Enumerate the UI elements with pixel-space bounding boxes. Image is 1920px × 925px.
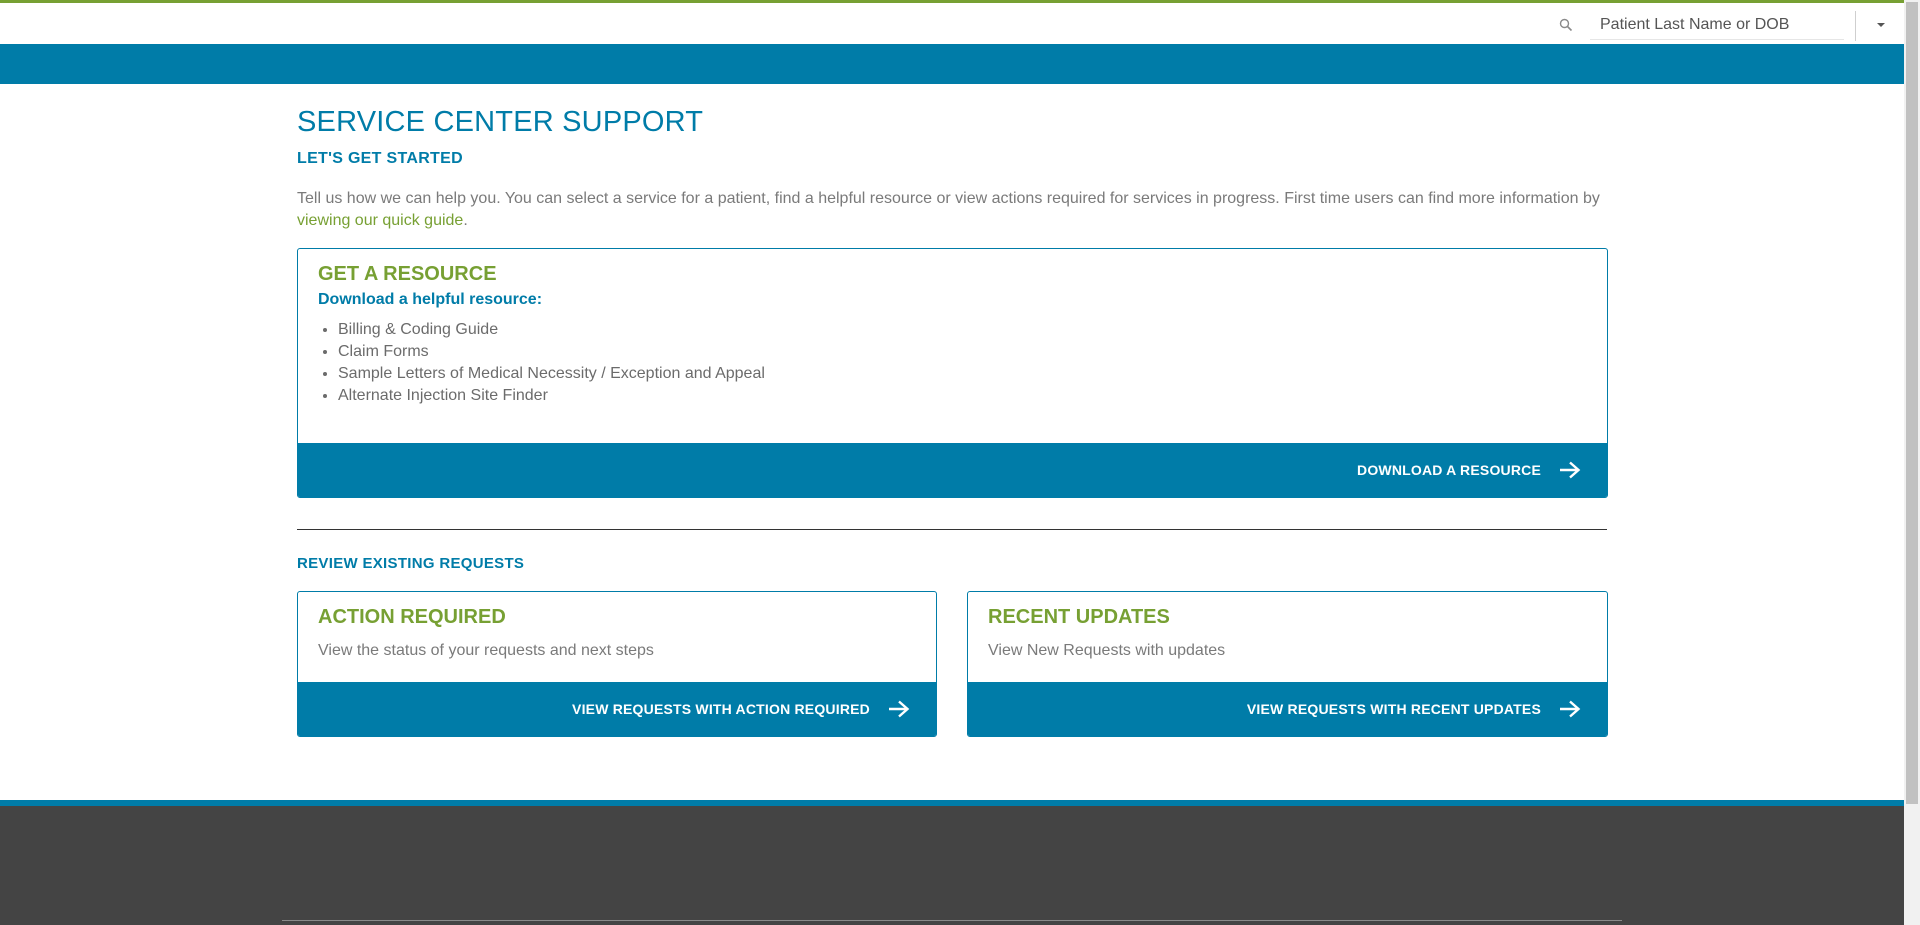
header-divider bbox=[1855, 11, 1856, 41]
page-subtitle: LET'S GET STARTED bbox=[297, 150, 463, 167]
intro-body: Tell us how we can help you. You can sel… bbox=[297, 190, 1600, 207]
chevron-down-icon[interactable] bbox=[1877, 23, 1885, 27]
resource-card-title: GET A RESOURCE bbox=[318, 263, 497, 285]
view-recent-updates-button[interactable]: VIEW REQUESTS WITH RECENT UPDATES bbox=[968, 682, 1607, 736]
resource-card: GET A RESOURCE Download a helpful resour… bbox=[297, 248, 1608, 498]
resource-card-subtitle: Download a helpful resource: bbox=[318, 291, 543, 308]
arrow-right-icon bbox=[1560, 461, 1581, 479]
section-divider bbox=[297, 529, 1607, 530]
action-required-card: ACTION REQUIRED View the status of your … bbox=[297, 591, 937, 737]
intro-end: . bbox=[463, 212, 468, 229]
view-action-required-button[interactable]: VIEW REQUESTS WITH ACTION REQUIRED bbox=[298, 682, 936, 736]
recent-updates-text: View New Requests with updates bbox=[988, 642, 1226, 659]
list-item: Alternate Injection Site Finder bbox=[338, 385, 765, 407]
view-action-required-label: VIEW REQUESTS WITH ACTION REQUIRED bbox=[572, 701, 870, 717]
recent-updates-card: RECENT UPDATES View New Requests with up… bbox=[967, 591, 1608, 737]
quick-guide-link[interactable]: viewing our quick guide bbox=[297, 212, 463, 229]
nav-band bbox=[0, 44, 1904, 84]
list-item: Billing & Coding Guide bbox=[338, 319, 765, 341]
list-item: Sample Letters of Medical Necessity / Ex… bbox=[338, 363, 765, 385]
arrow-right-icon bbox=[889, 700, 910, 718]
download-resource-button[interactable]: DOWNLOAD A RESOURCE bbox=[298, 443, 1607, 497]
footer-divider bbox=[282, 920, 1622, 921]
top-header bbox=[0, 3, 1904, 44]
view-recent-updates-label: VIEW REQUESTS WITH RECENT UPDATES bbox=[1246, 701, 1541, 717]
intro-text: Tell us how we can help you. You can sel… bbox=[297, 188, 1607, 232]
footer bbox=[0, 806, 1904, 925]
list-item: Claim Forms bbox=[338, 341, 765, 363]
resource-list: Billing & Coding Guide Claim Forms Sampl… bbox=[318, 319, 765, 407]
action-required-text: View the status of your requests and nex… bbox=[318, 642, 654, 659]
arrow-right-icon bbox=[1560, 700, 1581, 718]
page-title: SERVICE CENTER SUPPORT bbox=[297, 106, 704, 138]
action-required-title: ACTION REQUIRED bbox=[318, 606, 506, 628]
scrollbar-thumb[interactable] bbox=[1906, 2, 1918, 804]
search-icon[interactable] bbox=[1559, 18, 1573, 32]
review-heading: REVIEW EXISTING REQUESTS bbox=[297, 555, 525, 572]
download-resource-label: DOWNLOAD A RESOURCE bbox=[1357, 462, 1541, 478]
recent-updates-title: RECENT UPDATES bbox=[988, 606, 1170, 628]
patient-search-input[interactable] bbox=[1590, 11, 1844, 40]
